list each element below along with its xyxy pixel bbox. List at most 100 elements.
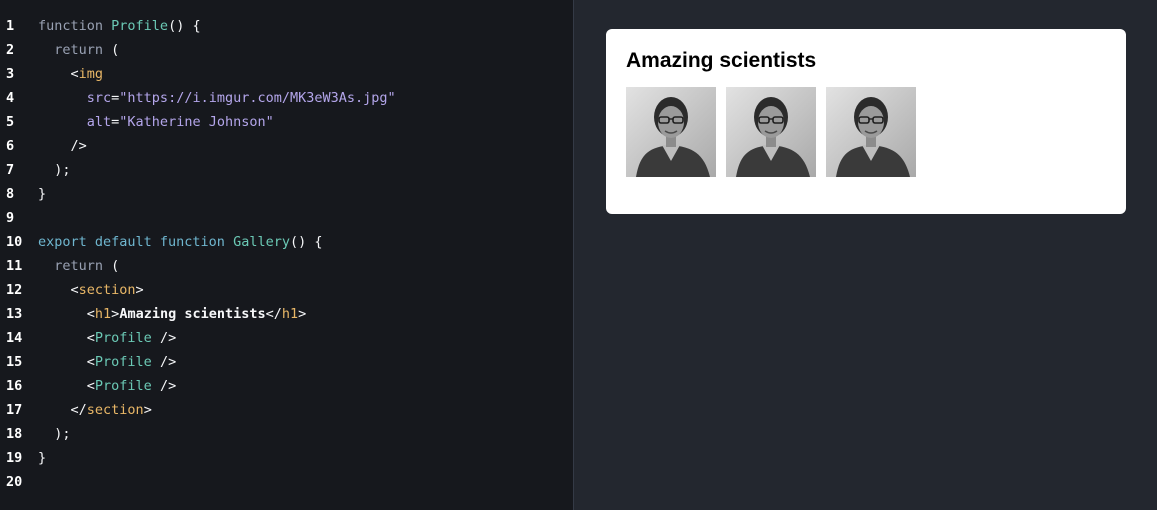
profile-photo [826,87,916,177]
code-token: h1 [281,306,299,322]
code-token: () { [168,18,201,34]
code-token: () { [289,234,323,250]
code-line[interactable]: 8} [0,182,573,206]
code-token: Gallery [233,234,290,250]
profile-photo [726,87,816,177]
code-token: </ [265,306,282,322]
profile-photo [626,87,716,177]
code-line[interactable]: 17 </section> [0,398,573,422]
code-text[interactable]: <Profile /> [38,326,573,350]
photo-row [626,87,1106,177]
code-token: } [38,186,47,202]
code-text[interactable]: <h1>Amazing scientists</h1> [38,302,573,326]
line-number: 5 [6,114,15,130]
code-text[interactable]: <Profile /> [38,374,573,398]
line-number: 1 [6,18,15,34]
line-number: 12 [6,282,23,298]
sandbox: 1 function Profile() {2 return (3 <img 4 s… [0,0,1157,510]
code-text[interactable]: <img [38,62,573,86]
code-line[interactable]: 1 function Profile() { [0,14,573,38]
code-line[interactable]: 4 src="https://i.imgur.com/MK3eW3As.jpg" [0,86,573,110]
code-token: ( [111,258,120,274]
code-token: Profile [94,330,152,346]
gallery-section: Amazing scientists [606,29,1126,214]
line-number: 14 [6,330,23,346]
code-token: src [38,90,112,106]
code-line[interactable]: 10 export default function Gallery() { [0,230,573,254]
code-token: ); [38,426,71,442]
code-line[interactable]: 2 return ( [0,38,573,62]
code-line[interactable]: 9 [0,206,573,230]
code-token: ); [38,162,71,178]
line-number: 15 [6,354,23,370]
code-token: Profile [111,18,169,34]
code-token: < [38,354,95,370]
code-text[interactable]: return ( [38,254,573,278]
code-line[interactable]: 11 return ( [0,254,573,278]
code-text[interactable]: } [38,446,573,470]
line-number: 8 [6,186,15,202]
code-token: /> [38,138,87,154]
code-text[interactable]: /> [38,134,573,158]
line-number: 16 [6,378,23,394]
line-number: 4 [6,90,15,106]
line-number: 7 [6,162,15,178]
code-token: > [143,402,152,418]
line-number: 19 [6,450,23,466]
code-token: > [298,306,307,322]
code-token: < [38,306,95,322]
line-number: 6 [6,138,15,154]
code-line[interactable]: 3 <img [0,62,573,86]
code-token: return [38,258,112,274]
line-number: 11 [6,258,23,274]
code-text[interactable]: } [38,182,573,206]
code-token: alt [38,114,112,130]
code-token: "Katherine Johnson" [119,114,274,130]
code-token: section [78,282,136,298]
code-line[interactable]: 13 <h1>Amazing scientists</h1> [0,302,573,326]
code-line[interactable]: 12 <section> [0,278,573,302]
code-line[interactable]: 18 ); [0,422,573,446]
code-token: /> [151,354,177,370]
code-line[interactable]: 15 <Profile /> [0,350,573,374]
code-text[interactable]: function Profile() { [38,14,573,38]
code-token: return [38,42,112,58]
code-token: "https://i.imgur.com/MK3eW3As.jpg" [119,90,396,106]
code-line[interactable]: 14 <Profile /> [0,326,573,350]
code-line[interactable]: 6 /> [0,134,573,158]
code-text[interactable]: alt="Katherine Johnson" [38,110,573,134]
line-number: 20 [6,474,23,490]
code-token: section [86,402,144,418]
code-token: img [78,66,104,82]
code-token: /> [151,378,177,394]
code-line[interactable]: 16 <Profile /> [0,374,573,398]
code-text[interactable] [38,470,573,494]
line-number: 13 [6,306,23,322]
code-line[interactable]: 7 ); [0,158,573,182]
line-number: 18 [6,426,23,442]
code-token: < [38,66,79,82]
code-line[interactable]: 19} [0,446,573,470]
code-text[interactable]: return ( [38,38,573,62]
code-text[interactable]: </section> [38,398,573,422]
code-token: </ [38,402,87,418]
code-token: /> [151,330,177,346]
code-text[interactable]: ); [38,158,573,182]
code-line[interactable]: 20 [0,470,573,494]
line-number: 3 [6,66,15,82]
code-text[interactable]: export default function Gallery() { [38,230,573,254]
code-token: Profile [94,378,152,394]
code-text[interactable]: src="https://i.imgur.com/MK3eW3As.jpg" [38,86,573,110]
code-token: < [38,282,79,298]
code-line[interactable]: 5 alt="Katherine Johnson" [0,110,573,134]
code-token: h1 [94,306,112,322]
code-text[interactable]: <Profile /> [38,350,573,374]
code-text[interactable]: ); [38,422,573,446]
line-number: 17 [6,402,23,418]
code-text[interactable] [38,206,573,230]
line-number: 9 [6,210,15,226]
code-token: Amazing scientists [119,306,266,322]
code-text[interactable]: <section> [38,278,573,302]
code-token: } [38,450,47,466]
code-editor[interactable]: 1 function Profile() {2 return (3 <img 4 s… [0,0,574,510]
